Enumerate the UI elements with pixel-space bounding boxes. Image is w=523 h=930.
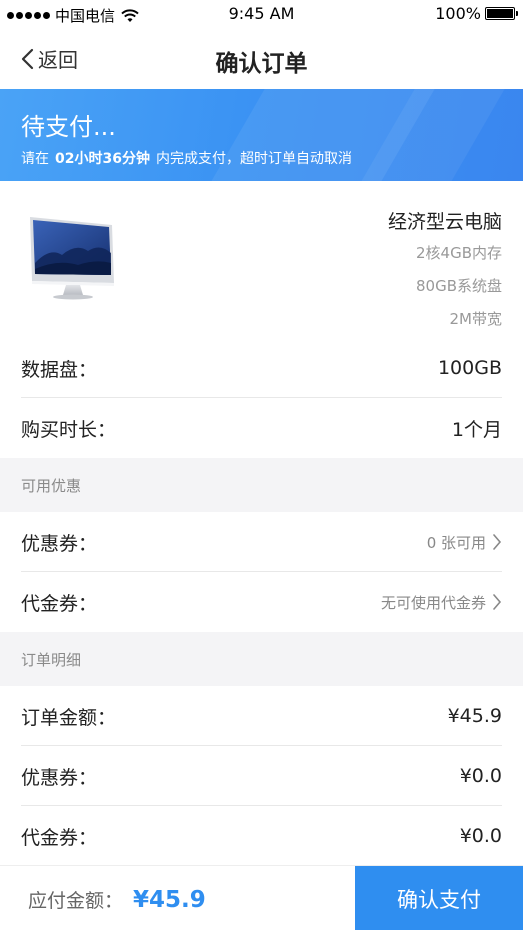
coupon-deduction-label: 优惠券： xyxy=(21,766,98,789)
voucher-label: 代金券： xyxy=(21,592,98,615)
product-name: 经济型云电脑 xyxy=(387,211,502,233)
voucher-deduction-row: 代金券： ¥0.0 xyxy=(0,806,523,866)
duration-value: 1个月 xyxy=(451,418,502,441)
nav-bar: 返回 确认订单 xyxy=(0,28,523,88)
product-spec-cpu-ram: 2核4GB内存 xyxy=(415,244,502,262)
banner-title: 待支付... xyxy=(21,113,116,141)
product-spec-bandwidth: 2M带宽 xyxy=(449,310,503,328)
duration-label: 购买时长： xyxy=(21,418,117,441)
duration-row: 购买时长： 1个月 xyxy=(0,398,523,458)
battery-percent: 100% xyxy=(435,4,481,23)
voucher-deduction-value: ¥0.0 xyxy=(459,825,502,847)
battery-icon xyxy=(485,7,518,20)
order-amount-row: 订单金额： ¥45.9 xyxy=(0,686,523,746)
chevron-right-icon xyxy=(493,534,502,550)
coupon-available-text: 0 张可用 xyxy=(426,533,486,552)
details-section-header: 订单明细 xyxy=(0,632,523,686)
coupon-selector[interactable]: 0 张可用 xyxy=(427,532,502,553)
payable-value: ¥45.9 xyxy=(133,887,206,913)
chevron-right-icon xyxy=(493,594,502,610)
voucher-row[interactable]: 代金券： 无可使用代金券 xyxy=(0,572,523,632)
banner-subtitle: 请在 02小时36分钟 内完成支付，超时订单自动取消 xyxy=(21,148,352,168)
payable-label: 应付金额： xyxy=(28,890,124,912)
order-amount-label: 订单金额： xyxy=(21,706,117,729)
order-amount-value: ¥45.9 xyxy=(447,705,502,727)
product-card: 经济型云电脑 2核4GB内存 80GB系统盘 2M带宽 xyxy=(0,181,523,338)
voucher-available-text: 无可使用代金券 xyxy=(380,593,486,612)
order-confirm-screen: 中国电信 9:45 AM 100% 返回 确认订单 待支付... 请在 02小时… xyxy=(0,0,523,930)
coupon-deduction-row: 优惠券： ¥0.0 xyxy=(0,746,523,806)
payable-amount: 应付金额： ¥45.9 xyxy=(28,886,206,913)
coupon-row[interactable]: 优惠券： 0 张可用 xyxy=(0,512,523,572)
data-disk-label: 数据盘： xyxy=(21,358,98,381)
status-bar: 中国电信 9:45 AM 100% xyxy=(0,0,523,28)
payment-status-banner: 待支付... 请在 02小时36分钟 内完成支付，超时订单自动取消 xyxy=(0,89,523,181)
countdown-text: 02小时36分钟 xyxy=(55,151,150,167)
data-disk-value: 100GB xyxy=(437,357,502,379)
page-title: 确认订单 xyxy=(215,51,308,77)
banner-sub-prefix: 请在 xyxy=(21,151,49,167)
banner-sub-suffix: 内完成支付，超时订单自动取消 xyxy=(155,151,352,167)
confirm-payment-button[interactable]: 确认支付 xyxy=(355,866,523,930)
status-right: 100% xyxy=(435,4,518,23)
voucher-deduction-label: 代金券： xyxy=(21,826,98,849)
data-disk-row: 数据盘： 100GB xyxy=(0,338,523,398)
coupon-label: 优惠券： xyxy=(21,532,98,555)
cloud-pc-monitor-image xyxy=(30,217,114,300)
discounts-section-header: 可用优惠 xyxy=(0,458,523,512)
coupon-deduction-value: ¥0.0 xyxy=(459,765,502,787)
product-info: 经济型云电脑 2核4GB内存 80GB系统盘 2M带宽 xyxy=(388,207,502,340)
product-spec-disk: 80GB系统盘 xyxy=(415,277,502,295)
payment-bar: 应付金额： ¥45.9 确认支付 xyxy=(0,865,523,930)
voucher-selector[interactable]: 无可使用代金券 xyxy=(381,592,502,613)
